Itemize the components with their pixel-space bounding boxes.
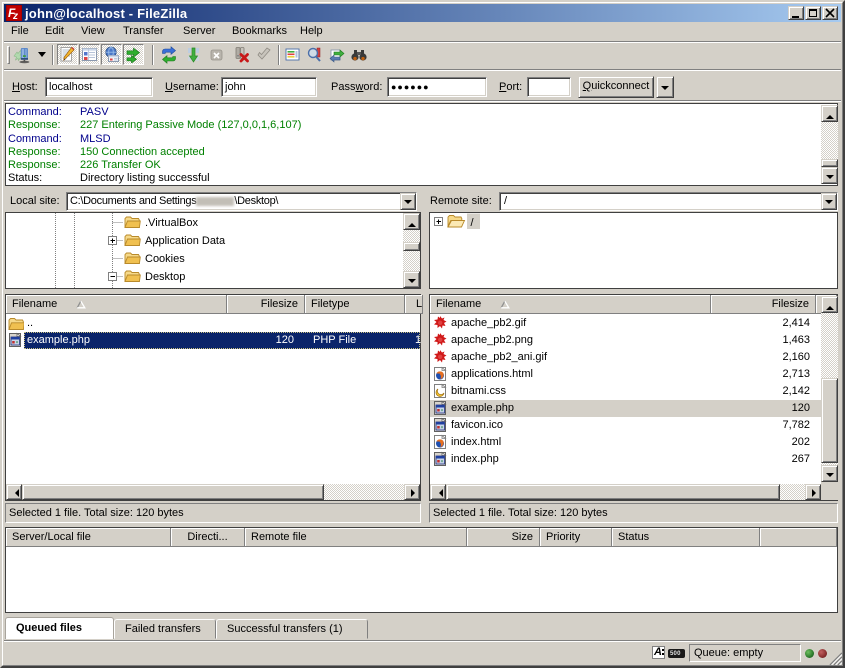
svg-text:Desktop: Desktop	[145, 271, 185, 283]
svg-text:Application Data: Application Data	[145, 235, 226, 247]
svg-text:Cookies: Cookies	[145, 253, 185, 265]
svg-text:z: z	[12, 11, 18, 21]
svg-text:.VirtualBox: .VirtualBox	[145, 217, 198, 229]
